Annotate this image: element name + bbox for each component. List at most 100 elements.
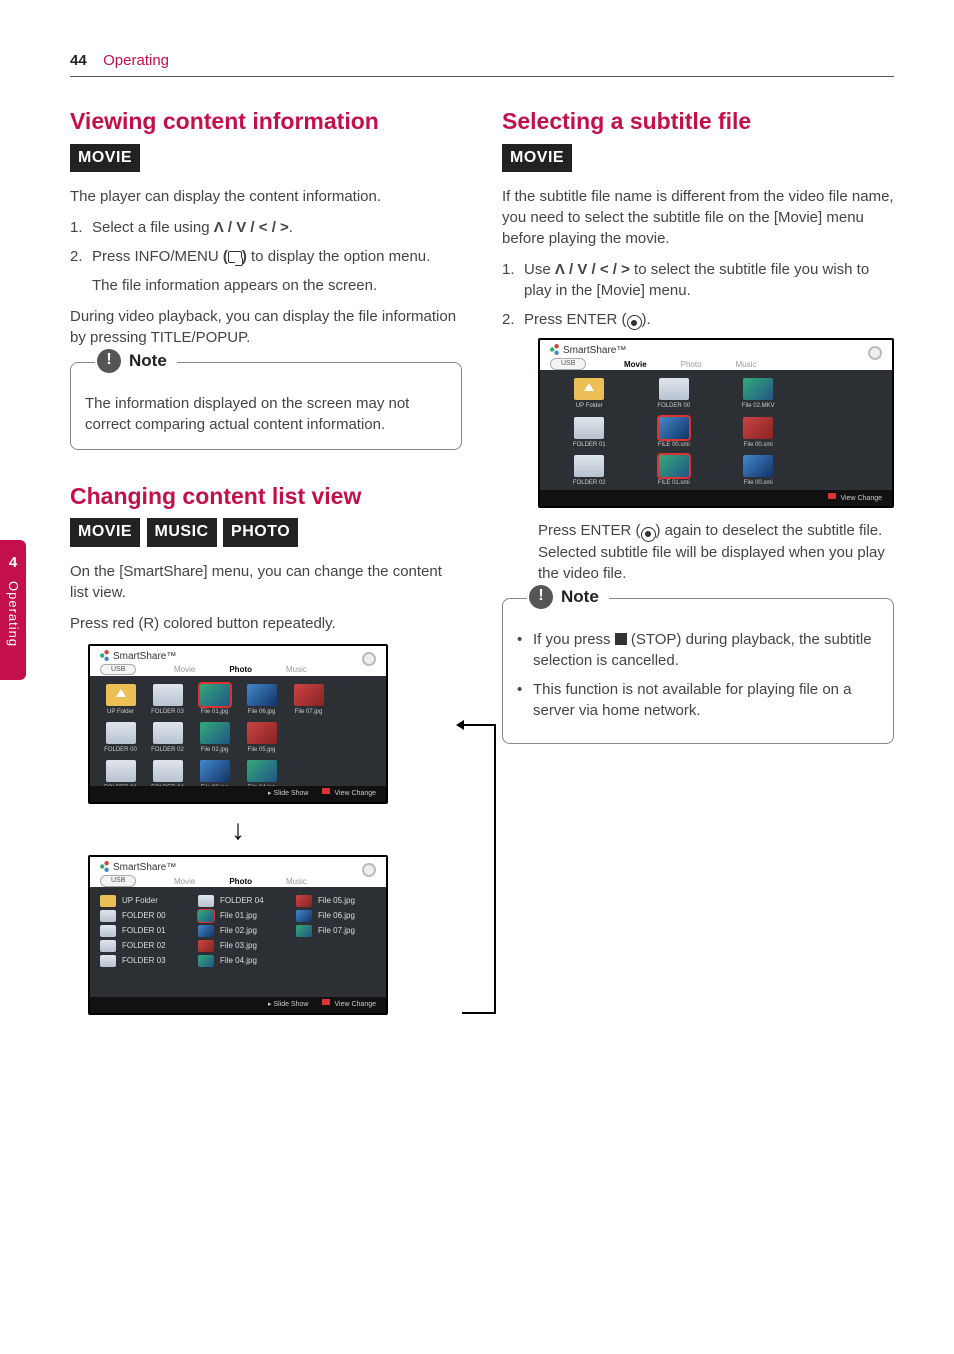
smartshare-logo: SmartShare™ <box>100 650 176 664</box>
folder-up-icon[interactable] <box>106 684 136 706</box>
tab-music[interactable]: Music <box>286 876 307 887</box>
selecting-intro: If the subtitle file name is different f… <box>502 186 894 249</box>
left-column: Viewing content information MOVIE The pl… <box>70 105 462 1014</box>
viewing-step-2: Press INFO/MENU () to display the option… <box>70 246 462 267</box>
folder-icon[interactable] <box>106 722 136 744</box>
footer-view-change[interactable]: View Change <box>322 999 376 1010</box>
selecting-step-2: Press ENTER (). <box>502 309 894 331</box>
thumb-icon <box>296 895 312 907</box>
media-tabs: Movie Photo Music <box>624 359 756 370</box>
thumb-icon[interactable] <box>743 455 773 477</box>
list-item[interactable]: File 03.jpg <box>198 940 278 952</box>
list-item[interactable]: File 02.jpg <box>198 925 278 937</box>
thumb-icon[interactable] <box>659 455 689 477</box>
tag-music: MUSIC <box>147 518 217 546</box>
stop-icon <box>615 633 627 645</box>
thumb-icon[interactable] <box>247 722 277 744</box>
folder-up-icon <box>100 895 116 907</box>
footer-view-change[interactable]: View Change <box>322 788 376 799</box>
tab-movie[interactable]: Movie <box>174 876 195 887</box>
enter-icon <box>641 527 656 542</box>
tab-music[interactable]: Music <box>286 664 307 675</box>
list-item[interactable]: FOLDER 01 <box>100 925 180 937</box>
tag-row: MOVIE MUSIC PHOTO <box>70 518 462 546</box>
list-item[interactable]: FOLDER 02 <box>100 940 180 952</box>
list-item[interactable]: File 06.jpg <box>296 910 376 922</box>
tab-photo[interactable]: Photo <box>229 876 252 887</box>
media-tabs: Movie Photo Music <box>174 664 307 675</box>
tag-movie: MOVIE <box>502 144 572 172</box>
folder-up-icon[interactable] <box>574 378 604 400</box>
connector-line <box>494 724 496 1014</box>
folder-icon[interactable] <box>153 760 183 782</box>
note-label: ! Note <box>95 349 177 373</box>
connector-line <box>462 724 496 726</box>
side-tab-number: 4 <box>9 552 17 573</box>
thumb-icon[interactable] <box>743 378 773 400</box>
tab-photo[interactable]: Photo <box>229 664 252 675</box>
breadcrumb: Operating <box>103 52 169 69</box>
folder-icon[interactable] <box>659 378 689 400</box>
note-exclaim-icon: ! <box>529 585 553 609</box>
viewing-step-1: Select a file using Λ / V / < / >. <box>70 217 462 238</box>
footer-view-change[interactable]: View Change <box>828 493 882 504</box>
list-item[interactable]: File 05.jpg <box>296 895 376 907</box>
smartshare-logo: SmartShare™ <box>100 861 176 875</box>
tag-row: MOVIE <box>502 144 894 172</box>
folder-icon[interactable] <box>574 417 604 439</box>
folder-icon[interactable] <box>153 722 183 744</box>
right-column: Selecting a subtitle file MOVIE If the s… <box>502 105 894 1014</box>
selecting-step-1: Use Λ / V / < / > to select the subtitle… <box>502 259 894 301</box>
thumb-icon[interactable] <box>743 417 773 439</box>
footer-slideshow[interactable]: ▸ Slide Show <box>268 1000 309 1010</box>
tab-movie[interactable]: Movie <box>174 664 195 675</box>
thumb-icon[interactable] <box>294 684 324 706</box>
viewing-steps: Select a file using Λ / V / < / >. Press… <box>70 217 462 267</box>
usb-badge: USB <box>100 875 136 887</box>
note-exclaim-icon: ! <box>97 349 121 373</box>
viewing-note-body: The information displayed on the screen … <box>85 393 447 435</box>
thumb-icon[interactable] <box>200 684 230 706</box>
thumb-icon[interactable] <box>200 722 230 744</box>
screenshot-subtitle-select: SmartShare™ USB Movie Photo Music UP Fol… <box>538 338 894 508</box>
folder-icon <box>198 895 214 907</box>
nav-arrows-icon: Λ / V / < / > <box>555 261 630 278</box>
thumb-icon <box>296 910 312 922</box>
changing-body2: Press red (R) colored button repeatedly. <box>70 613 462 634</box>
selecting-after: Press ENTER () again to deselect the sub… <box>538 520 894 584</box>
viewing-step2-sub: The file information appears on the scre… <box>70 275 462 296</box>
thumb-icon[interactable] <box>247 684 277 706</box>
thumb-icon[interactable] <box>247 760 277 782</box>
folder-icon[interactable] <box>574 455 604 477</box>
tab-music[interactable]: Music <box>736 359 757 370</box>
smartshare-logo: SmartShare™ <box>550 344 626 358</box>
thumb-icon <box>296 925 312 937</box>
tag-photo: PHOTO <box>223 518 298 546</box>
thumb-icon <box>198 940 214 952</box>
selecting-note-2: This function is not available for playi… <box>517 679 879 721</box>
tab-movie[interactable]: Movie <box>624 359 647 370</box>
thumb-icon <box>198 910 214 922</box>
footer-slideshow[interactable]: ▸ Slide Show <box>268 789 309 799</box>
list-item[interactable]: UP Folder <box>100 895 180 907</box>
list-item[interactable]: File 04.jpg <box>198 955 278 967</box>
screenshot-list-view: SmartShare™ USB Movie Photo Music UP Fol… <box>88 855 388 1015</box>
list-item[interactable]: FOLDER 03 <box>100 955 180 967</box>
viewing-after: During video playback, you can display t… <box>70 306 462 348</box>
tab-photo[interactable]: Photo <box>681 359 702 370</box>
list-item[interactable]: FOLDER 04 <box>198 895 278 907</box>
list-item[interactable]: FOLDER 00 <box>100 910 180 922</box>
list-item[interactable]: File 01.jpg <box>198 910 278 922</box>
tag-row: MOVIE <box>70 144 462 172</box>
section-title-selecting: Selecting a subtitle file <box>502 105 894 137</box>
list-item[interactable]: File 07.jpg <box>296 925 376 937</box>
viewing-note-box: ! Note The information displayed on the … <box>70 362 462 450</box>
folder-icon[interactable] <box>106 760 136 782</box>
disc-icon <box>868 346 882 360</box>
nav-arrows-icon: Λ / V / < / > <box>214 219 289 236</box>
info-menu-icon <box>228 251 242 263</box>
folder-icon[interactable] <box>153 684 183 706</box>
thumb-icon[interactable] <box>659 417 689 439</box>
folder-icon <box>100 925 116 937</box>
thumb-icon[interactable] <box>200 760 230 782</box>
